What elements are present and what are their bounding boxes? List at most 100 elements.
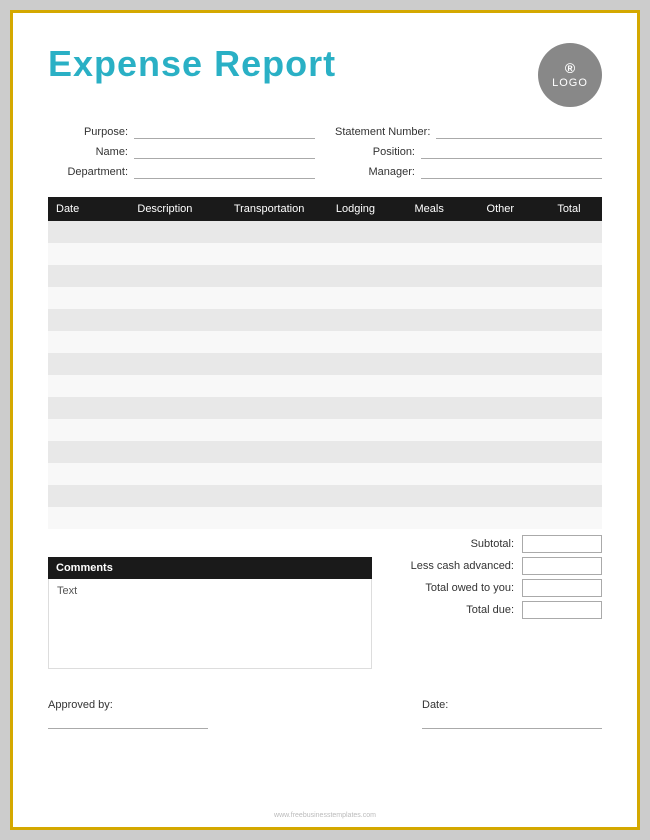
table-cell[interactable] bbox=[317, 485, 393, 507]
table-cell[interactable] bbox=[109, 353, 221, 375]
table-cell[interactable] bbox=[109, 485, 221, 507]
table-cell[interactable] bbox=[465, 265, 536, 287]
table-cell[interactable] bbox=[221, 463, 318, 485]
table-cell[interactable] bbox=[109, 265, 221, 287]
table-cell[interactable] bbox=[317, 507, 393, 529]
table-cell[interactable] bbox=[221, 441, 318, 463]
table-cell[interactable] bbox=[536, 243, 602, 265]
table-cell[interactable] bbox=[48, 287, 109, 309]
table-cell[interactable] bbox=[465, 221, 536, 243]
table-cell[interactable] bbox=[221, 309, 318, 331]
table-row[interactable] bbox=[48, 353, 602, 375]
table-cell[interactable] bbox=[394, 375, 465, 397]
table-cell[interactable] bbox=[317, 221, 393, 243]
table-row[interactable] bbox=[48, 265, 602, 287]
table-cell[interactable] bbox=[109, 331, 221, 353]
position-field[interactable] bbox=[421, 145, 602, 159]
table-cell[interactable] bbox=[536, 507, 602, 529]
table-cell[interactable] bbox=[48, 375, 109, 397]
table-cell[interactable] bbox=[536, 309, 602, 331]
manager-field[interactable] bbox=[421, 165, 602, 179]
table-cell[interactable] bbox=[109, 397, 221, 419]
table-cell[interactable] bbox=[221, 287, 318, 309]
table-cell[interactable] bbox=[48, 419, 109, 441]
table-cell[interactable] bbox=[221, 397, 318, 419]
table-cell[interactable] bbox=[536, 221, 602, 243]
table-cell[interactable] bbox=[221, 353, 318, 375]
table-cell[interactable] bbox=[394, 353, 465, 375]
table-cell[interactable] bbox=[465, 485, 536, 507]
table-cell[interactable] bbox=[536, 375, 602, 397]
table-cell[interactable] bbox=[394, 331, 465, 353]
table-cell[interactable] bbox=[48, 221, 109, 243]
table-cell[interactable] bbox=[221, 375, 318, 397]
table-cell[interactable] bbox=[317, 397, 393, 419]
total-due-field[interactable] bbox=[522, 601, 602, 619]
table-cell[interactable] bbox=[394, 507, 465, 529]
table-cell[interactable] bbox=[394, 485, 465, 507]
table-cell[interactable] bbox=[317, 331, 393, 353]
table-cell[interactable] bbox=[221, 485, 318, 507]
table-cell[interactable] bbox=[221, 265, 318, 287]
table-cell[interactable] bbox=[394, 397, 465, 419]
table-cell[interactable] bbox=[48, 265, 109, 287]
department-field[interactable] bbox=[134, 165, 315, 179]
table-cell[interactable] bbox=[48, 243, 109, 265]
table-cell[interactable] bbox=[48, 309, 109, 331]
statement-field[interactable] bbox=[436, 125, 602, 139]
table-cell[interactable] bbox=[109, 441, 221, 463]
table-cell[interactable] bbox=[109, 221, 221, 243]
table-cell[interactable] bbox=[48, 463, 109, 485]
table-cell[interactable] bbox=[317, 419, 393, 441]
table-cell[interactable] bbox=[109, 463, 221, 485]
table-cell[interactable] bbox=[48, 485, 109, 507]
table-cell[interactable] bbox=[48, 507, 109, 529]
approved-by-field[interactable] bbox=[48, 715, 208, 729]
table-cell[interactable] bbox=[394, 419, 465, 441]
table-cell[interactable] bbox=[109, 375, 221, 397]
table-cell[interactable] bbox=[109, 419, 221, 441]
table-cell[interactable] bbox=[536, 265, 602, 287]
table-cell[interactable] bbox=[465, 463, 536, 485]
purpose-field[interactable] bbox=[134, 125, 315, 139]
table-row[interactable] bbox=[48, 419, 602, 441]
table-cell[interactable] bbox=[48, 331, 109, 353]
table-cell[interactable] bbox=[465, 331, 536, 353]
table-cell[interactable] bbox=[317, 309, 393, 331]
table-cell[interactable] bbox=[109, 243, 221, 265]
table-row[interactable] bbox=[48, 287, 602, 309]
table-cell[interactable] bbox=[109, 287, 221, 309]
table-cell[interactable] bbox=[536, 353, 602, 375]
table-cell[interactable] bbox=[465, 375, 536, 397]
table-cell[interactable] bbox=[48, 441, 109, 463]
table-cell[interactable] bbox=[536, 419, 602, 441]
table-row[interactable] bbox=[48, 507, 602, 529]
table-cell[interactable] bbox=[221, 221, 318, 243]
table-cell[interactable] bbox=[394, 243, 465, 265]
table-cell[interactable] bbox=[536, 441, 602, 463]
table-cell[interactable] bbox=[536, 287, 602, 309]
table-cell[interactable] bbox=[317, 353, 393, 375]
table-cell[interactable] bbox=[317, 243, 393, 265]
table-cell[interactable] bbox=[317, 441, 393, 463]
table-row[interactable] bbox=[48, 331, 602, 353]
table-row[interactable] bbox=[48, 485, 602, 507]
table-cell[interactable] bbox=[465, 397, 536, 419]
total-owed-field[interactable] bbox=[522, 579, 602, 597]
table-cell[interactable] bbox=[465, 287, 536, 309]
table-cell[interactable] bbox=[109, 507, 221, 529]
table-cell[interactable] bbox=[221, 243, 318, 265]
table-cell[interactable] bbox=[394, 287, 465, 309]
table-cell[interactable] bbox=[317, 463, 393, 485]
table-cell[interactable] bbox=[465, 309, 536, 331]
table-cell[interactable] bbox=[465, 243, 536, 265]
table-cell[interactable] bbox=[394, 265, 465, 287]
table-cell[interactable] bbox=[536, 397, 602, 419]
table-row[interactable] bbox=[48, 221, 602, 243]
table-row[interactable] bbox=[48, 441, 602, 463]
table-cell[interactable] bbox=[536, 485, 602, 507]
table-cell[interactable] bbox=[48, 397, 109, 419]
date-field[interactable] bbox=[422, 715, 602, 729]
table-row[interactable] bbox=[48, 375, 602, 397]
table-cell[interactable] bbox=[317, 265, 393, 287]
